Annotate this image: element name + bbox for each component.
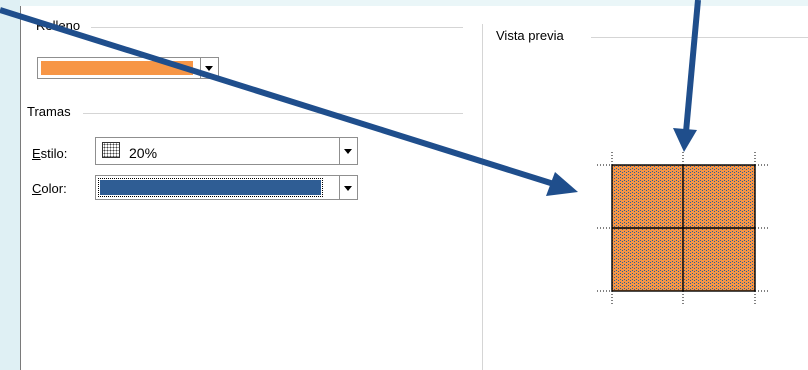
annotation-arrow-vertical	[673, 0, 701, 152]
preview-cells-graphic	[597, 152, 770, 304]
annotation-arrow-diagonal	[0, 7, 578, 196]
preview-and-arrows-layer	[0, 0, 770, 304]
